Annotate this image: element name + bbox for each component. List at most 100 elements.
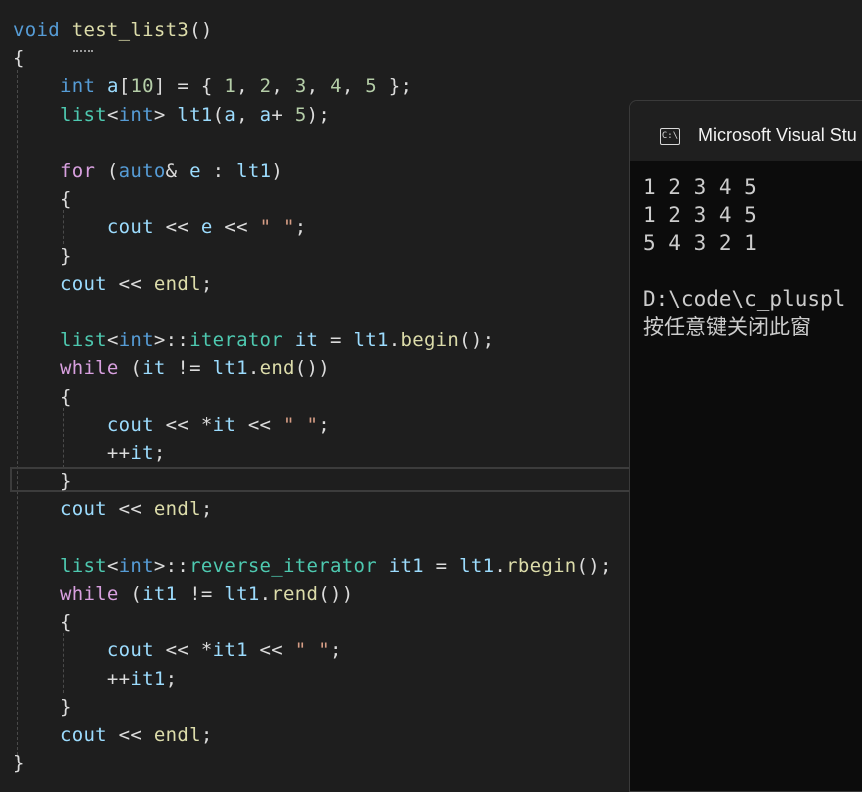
code-token: cout xyxy=(59,272,107,295)
code-token: 10 xyxy=(130,75,154,98)
code-token: int xyxy=(59,75,96,98)
code-token: ( xyxy=(212,103,225,126)
code-token: int xyxy=(118,554,154,577)
code-token: + xyxy=(271,103,295,126)
code-token: , xyxy=(271,75,295,98)
code-token: < xyxy=(106,329,119,352)
code-token: lt1 xyxy=(212,357,248,380)
code-token: } xyxy=(13,244,72,267)
console-window[interactable]: C:\ Microsoft Visual Stu 1 2 3 4 51 2 3 … xyxy=(629,100,862,792)
code-line[interactable]: cout << endl; xyxy=(13,721,213,749)
code-token: 4 xyxy=(330,75,342,98)
code-line[interactable]: { xyxy=(13,185,72,213)
code-token: 1 xyxy=(224,75,237,98)
code-line[interactable]: list<int>::iterator it = lt1.begin(); xyxy=(13,326,494,354)
code-token: endl xyxy=(153,724,201,746)
code-token: lt1 xyxy=(459,554,495,577)
code-token: { xyxy=(13,188,72,211)
code-line[interactable]: while (it1 != lt1.rend()) xyxy=(13,580,354,608)
code-line[interactable]: cout << endl; xyxy=(13,270,213,298)
code-token: end xyxy=(259,357,295,380)
code-token: e xyxy=(200,216,213,239)
code-token: << xyxy=(236,413,284,436)
code-token: = xyxy=(318,329,354,352)
code-line[interactable]: void test_list3() xyxy=(13,16,213,44)
code-token: << * xyxy=(153,413,213,436)
code-token: >:: xyxy=(153,329,190,352)
code-line[interactable]: cout << endl; xyxy=(13,495,213,523)
code-token: ( xyxy=(95,160,119,182)
code-line[interactable]: { xyxy=(13,383,72,411)
code-token: test_list3 xyxy=(71,19,190,41)
code-line[interactable]: cout << e << " "; xyxy=(13,213,307,241)
code-token: it xyxy=(130,442,154,464)
code-token: ; xyxy=(330,639,342,662)
code-token: endl xyxy=(153,498,201,521)
code-token: lt1 xyxy=(236,160,272,182)
code-token: << xyxy=(106,724,154,746)
code-token: rend xyxy=(271,583,319,605)
code-token: int xyxy=(118,329,154,352)
code-line[interactable]: { xyxy=(13,44,25,72)
code-line[interactable]: cout << *it1 << " "; xyxy=(13,636,342,664)
code-token: " " xyxy=(259,216,295,239)
console-output: 1 2 3 4 5 1 2 3 4 5 5 4 3 2 1 D:\code\c_plu… xyxy=(643,173,845,341)
code-line[interactable]: cout << *it << " "; xyxy=(13,411,330,439)
code-token: & xyxy=(165,160,190,182)
code-token: { xyxy=(13,47,25,70)
code-line[interactable]: } xyxy=(13,467,72,495)
code-token: = xyxy=(423,554,460,577)
code-line[interactable]: } xyxy=(13,749,25,776)
code-line[interactable]: list<int>::reverse_iterator it1 = lt1.rb… xyxy=(13,552,612,580)
code-token: rbegin xyxy=(506,554,577,577)
code-token: ()) xyxy=(318,583,354,605)
code-token: lt1 xyxy=(353,329,389,352)
code-line[interactable]: { xyxy=(13,608,72,636)
code-token: ; xyxy=(318,413,331,436)
code-token: cout xyxy=(106,639,154,662)
code-token: auto xyxy=(118,160,166,182)
code-line[interactable]: ++it; xyxy=(13,439,166,467)
code-token: } xyxy=(13,752,25,775)
code-token: } xyxy=(13,695,72,718)
code-token: . xyxy=(388,329,401,352)
code-token: ( xyxy=(118,357,143,380)
code-token: lt1 xyxy=(177,103,213,126)
code-token: 3 xyxy=(294,75,307,98)
code-token: { xyxy=(13,385,72,408)
code-token: e xyxy=(189,160,201,182)
code-line[interactable]: int a[10] = { 1, 2, 3, 4, 5 }; xyxy=(13,72,412,100)
console-titlebar[interactable]: C:\ Microsoft Visual Stu xyxy=(630,101,862,161)
code-token: > xyxy=(153,103,178,126)
console-title: Microsoft Visual Stu xyxy=(698,125,857,145)
code-token: [ xyxy=(118,75,131,98)
code-line[interactable]: while (it != lt1.end()) xyxy=(13,354,330,382)
code-token: << * xyxy=(153,639,213,662)
code-token: it xyxy=(142,357,166,380)
code-token: begin xyxy=(400,329,460,352)
code-token: cout xyxy=(59,724,107,746)
code-token: 5 xyxy=(365,75,378,98)
code-token: ++ xyxy=(13,667,131,690)
code-token: 5 xyxy=(294,103,307,126)
code-token: it1 xyxy=(212,639,248,662)
code-token: a xyxy=(106,75,119,98)
code-line[interactable]: list<int> lt1(a, a+ 5); xyxy=(13,101,330,129)
code-line[interactable]: } xyxy=(13,693,72,721)
code-token: iterator xyxy=(189,329,284,352)
code-token: it xyxy=(212,413,237,436)
code-token: cout xyxy=(106,216,154,239)
code-line[interactable]: for (auto& e : lt1) xyxy=(13,157,283,185)
code-token: void xyxy=(13,19,60,41)
code-line[interactable]: } xyxy=(13,242,72,270)
code-line[interactable]: ++it1; xyxy=(13,665,177,693)
code-token: endl xyxy=(153,272,201,295)
console-output-line: 1 2 3 4 5 xyxy=(643,203,757,227)
